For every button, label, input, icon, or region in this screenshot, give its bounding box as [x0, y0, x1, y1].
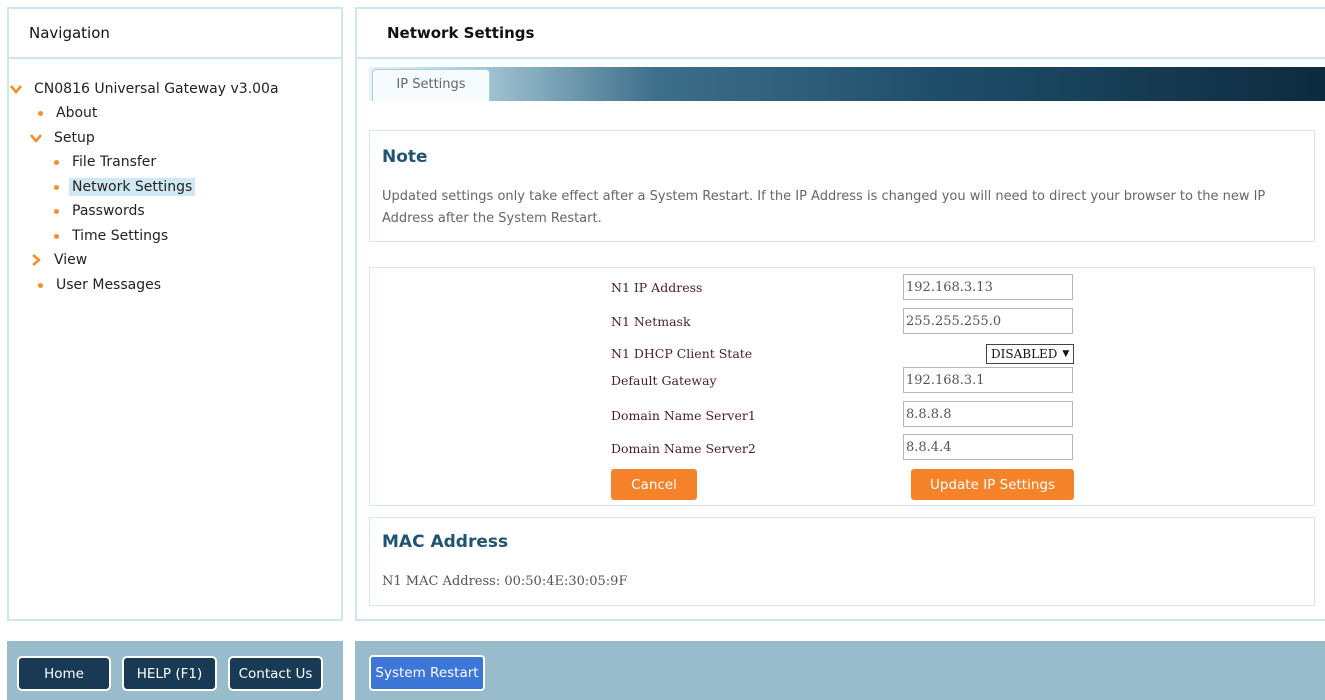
netmask-input[interactable] — [903, 308, 1073, 334]
main-panel: Network Settings IP Settings Note Update… — [355, 7, 1325, 621]
ip-settings-form: N1 IP Address N1 Netmask N1 DHCP Client … — [369, 267, 1315, 506]
tree-item-label: About — [56, 105, 98, 121]
chevron-down-icon — [10, 85, 22, 94]
chevron-right-icon — [32, 254, 41, 266]
tree-item-about[interactable]: About — [38, 102, 100, 124]
tree-item-time-settings[interactable]: Time Settings — [54, 225, 171, 247]
mac-address-text: N1 MAC Address: 00:50:4E:30:05:9F — [382, 574, 628, 589]
bullet-icon — [54, 208, 59, 214]
update-ip-settings-button[interactable]: Update IP Settings — [911, 469, 1074, 500]
page-title: Network Settings — [357, 9, 1325, 59]
dns1-label: Domain Name Server1 — [611, 408, 756, 423]
tree-item-label: Passwords — [72, 203, 145, 219]
main-footer: System Restart — [355, 641, 1325, 700]
dns2-input[interactable] — [903, 434, 1073, 460]
dropdown-arrow-icon: ▼ — [1062, 349, 1070, 359]
help-button[interactable]: HELP (F1) — [122, 656, 217, 691]
tree-item-file-transfer[interactable]: File Transfer — [54, 151, 159, 173]
tree-item-label: User Messages — [56, 277, 162, 293]
dns2-label: Domain Name Server2 — [611, 441, 756, 456]
tree-item-label: Setup — [54, 130, 95, 146]
note-section: Note Updated settings only take effect a… — [369, 130, 1315, 242]
tree-item-label: File Transfer — [72, 154, 157, 170]
ip-address-label: N1 IP Address — [611, 280, 703, 295]
contact-us-button[interactable]: Contact Us — [228, 656, 323, 691]
tree-item-gateway[interactable]: CN0816 Universal Gateway v3.00a — [9, 78, 282, 100]
bullet-icon — [54, 159, 59, 165]
dhcp-label: N1 DHCP Client State — [611, 346, 753, 361]
note-heading: Note — [382, 147, 428, 167]
cancel-button[interactable]: Cancel — [611, 469, 697, 500]
mac-heading: MAC Address — [382, 532, 509, 552]
tree-item-label: Time Settings — [72, 228, 169, 244]
navigation-footer: Home HELP (F1) Contact Us — [7, 641, 343, 700]
dhcp-select-value: DISABLED — [991, 347, 1058, 361]
ip-address-input[interactable] — [903, 274, 1073, 300]
tree-item-label: View — [54, 252, 88, 268]
gateway-label: Default Gateway — [611, 373, 717, 388]
tree-item-user-messages[interactable]: User Messages — [38, 274, 164, 296]
bullet-icon — [38, 282, 43, 288]
dns1-input[interactable] — [903, 401, 1073, 427]
tree-item-setup[interactable]: Setup — [29, 127, 98, 149]
tab-ip-settings[interactable]: IP Settings — [372, 69, 490, 101]
netmask-label: N1 Netmask — [611, 314, 691, 329]
tree-item-label: CN0816 Universal Gateway v3.00a — [34, 81, 279, 97]
gateway-input[interactable] — [903, 367, 1073, 393]
tree-item-view[interactable]: View — [29, 249, 90, 271]
tree-item-passwords[interactable]: Passwords — [54, 200, 148, 222]
navigation-title: Navigation — [9, 9, 341, 59]
tree-item-network-settings[interactable]: Network Settings — [54, 176, 196, 198]
dhcp-select[interactable]: DISABLED ▼ — [986, 344, 1074, 364]
system-restart-button[interactable]: System Restart — [369, 655, 485, 691]
tree-item-label: Network Settings — [69, 178, 196, 196]
tab-bar: IP Settings — [369, 67, 1325, 101]
bullet-icon — [54, 233, 59, 239]
navigation-panel: Navigation CN0816 Universal Gateway v3.0… — [7, 7, 343, 621]
bullet-icon — [54, 184, 59, 190]
mac-address-section: MAC Address N1 MAC Address: 00:50:4E:30:… — [369, 517, 1315, 606]
home-button[interactable]: Home — [17, 656, 111, 691]
bullet-icon — [38, 110, 43, 116]
chevron-down-icon — [30, 134, 42, 143]
note-text: Updated settings only take effect after … — [382, 189, 1266, 226]
